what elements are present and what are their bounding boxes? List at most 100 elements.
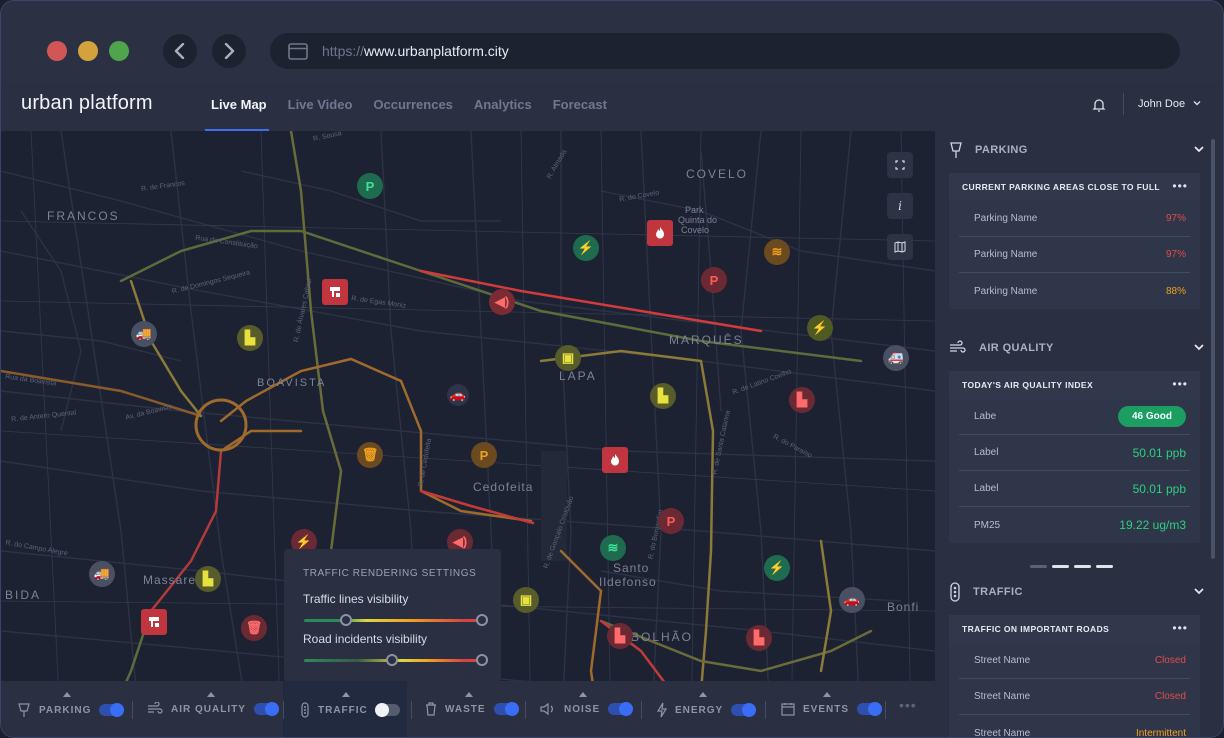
parking-marker[interactable]: P (701, 267, 727, 293)
layer-toggle[interactable] (608, 702, 634, 716)
roadwork-incident-marker[interactable] (141, 609, 167, 635)
parking-marker[interactable]: P (471, 442, 497, 468)
energy-marker[interactable]: ⚡ (573, 235, 599, 261)
area-label: BOLHÃO (631, 630, 694, 644)
tow-truck-marker[interactable]: 🚚 (89, 561, 115, 587)
building-marker[interactable]: ▙ (607, 623, 633, 649)
minimize-window-button[interactable] (78, 41, 98, 61)
tab-forecast[interactable]: Forecast (553, 97, 607, 112)
event-marker[interactable]: ▣ (555, 345, 581, 371)
app-header: urban platform Live Map Live Video Occur… (1, 83, 1223, 131)
layer-events[interactable]: EVENTS (781, 692, 883, 716)
road-incidents-min-handle[interactable] (386, 654, 398, 666)
layer-label: WASTE (445, 703, 486, 715)
area-label: COVELO (686, 167, 749, 181)
air-quality-marker[interactable]: ≋ (600, 535, 626, 561)
tab-occurrences[interactable]: Occurrences (373, 97, 453, 112)
maximize-window-button[interactable] (109, 41, 129, 61)
fullscreen-button[interactable] (887, 152, 913, 178)
building-marker[interactable]: ▙ (650, 383, 676, 409)
chevron-down-icon[interactable] (1193, 341, 1205, 353)
list-item[interactable]: Street Name Closed (959, 679, 1190, 715)
user-menu[interactable]: John Doe (1138, 98, 1185, 110)
layer-energy[interactable]: ENERGY (657, 692, 757, 718)
section-header-parking[interactable]: PARKING (949, 139, 1211, 161)
tab-analytics[interactable]: Analytics (474, 97, 532, 112)
list-item[interactable]: Street Name Intermittent (959, 715, 1190, 738)
layer-toggle[interactable] (493, 702, 519, 716)
layer-toggle[interactable] (253, 702, 279, 716)
forward-button[interactable] (212, 34, 246, 68)
pager-dot[interactable] (1096, 565, 1113, 568)
ambulance-marker[interactable]: 🚑 (883, 345, 909, 371)
map-layers-button[interactable] (887, 234, 913, 260)
list-item[interactable]: Parking Name 97% (959, 201, 1190, 237)
car-marker[interactable]: 🚗 (839, 587, 865, 613)
more-options-icon[interactable]: ••• (1172, 179, 1188, 193)
list-item[interactable]: Parking Name 88% (959, 273, 1190, 309)
panel-scrollbar[interactable] (1211, 139, 1215, 559)
parking-marker[interactable]: P (357, 173, 383, 199)
fire-incident-marker[interactable] (602, 447, 628, 473)
roadwork-incident-marker[interactable] (322, 279, 348, 305)
pager-dot[interactable] (1074, 565, 1091, 568)
parking-sign-icon (18, 703, 30, 717)
building-marker[interactable]: ▙ (237, 325, 263, 351)
carousel-pager[interactable] (1030, 565, 1113, 568)
section-header-air-quality[interactable]: AIR QUALITY (949, 337, 1211, 359)
layer-toggle[interactable] (374, 703, 400, 717)
fire-icon (611, 454, 619, 466)
layer-label: ENERGY (675, 704, 724, 716)
list-item[interactable]: Street Name Closed (959, 643, 1190, 679)
chevron-down-icon[interactable] (1192, 98, 1202, 108)
traffic-lines-slider[interactable] (304, 619, 482, 622)
fire-incident-marker[interactable] (647, 220, 673, 246)
energy-marker[interactable]: ⚡ (807, 315, 833, 341)
address-bar[interactable]: https://www.urbanplatform.city (270, 33, 1180, 69)
tab-live-video[interactable]: Live Video (288, 97, 353, 112)
truck-marker[interactable]: 🚚 (131, 321, 157, 347)
building-marker[interactable]: ▙ (195, 566, 221, 592)
list-item[interactable]: PM25 19.22 ug/m3 (959, 507, 1190, 543)
list-item[interactable]: Label 50.01 ppb (959, 471, 1190, 507)
section-header-traffic[interactable]: TRAFFIC (949, 581, 1211, 603)
waste-marker[interactable]: 🗑 (241, 615, 267, 641)
info-button[interactable]: i (887, 193, 913, 219)
building-marker[interactable]: ▙ (789, 387, 815, 413)
layer-parking[interactable]: PARKING (17, 692, 125, 718)
building-marker[interactable]: ▙ (746, 625, 772, 651)
noise-marker[interactable]: ◀) (489, 289, 515, 315)
air-quality-marker[interactable]: ≋ (764, 239, 790, 265)
layer-toggle[interactable] (731, 703, 757, 717)
close-window-button[interactable] (47, 41, 67, 61)
layer-toggle[interactable] (99, 703, 125, 717)
pager-dot[interactable] (1052, 565, 1069, 568)
road-incidents-max-handle[interactable] (476, 654, 488, 666)
bell-icon[interactable] (1089, 95, 1109, 115)
list-item[interactable]: Labe 46 Good (959, 399, 1190, 435)
divider (283, 701, 284, 719)
live-map[interactable]: FRANCOS COVELO MARQUÊS BOAVISTA LAPA Ced… (1, 131, 935, 737)
chevron-down-icon[interactable] (1193, 143, 1205, 155)
energy-marker[interactable]: ⚡ (764, 555, 790, 581)
more-options-icon[interactable]: ••• (1172, 621, 1188, 635)
more-options-icon[interactable]: ••• (899, 697, 917, 713)
layer-waste[interactable]: WASTE (425, 692, 519, 716)
car-marker[interactable]: 🚗 (447, 384, 469, 406)
parking-marker[interactable]: P (658, 508, 684, 534)
layer-toggle[interactable] (857, 702, 883, 716)
layer-noise[interactable]: NOISE (540, 692, 634, 716)
event-marker[interactable]: ▣ (513, 587, 539, 613)
more-options-icon[interactable]: ••• (1172, 377, 1188, 391)
layer-air-quality[interactable]: AIR QUALITY (147, 692, 279, 716)
list-item[interactable]: Parking Name 97% (959, 237, 1190, 273)
back-button[interactable] (163, 34, 197, 68)
pager-dot[interactable] (1030, 565, 1047, 568)
chevron-down-icon[interactable] (1193, 585, 1205, 597)
list-item[interactable]: Label 50.01 ppb (959, 435, 1190, 471)
traffic-lines-min-handle[interactable] (340, 614, 352, 626)
tab-live-map[interactable]: Live Map (211, 97, 267, 112)
waste-marker[interactable]: 🗑 (357, 442, 383, 468)
layer-traffic[interactable]: TRAFFIC (300, 692, 400, 718)
traffic-lines-max-handle[interactable] (476, 614, 488, 626)
